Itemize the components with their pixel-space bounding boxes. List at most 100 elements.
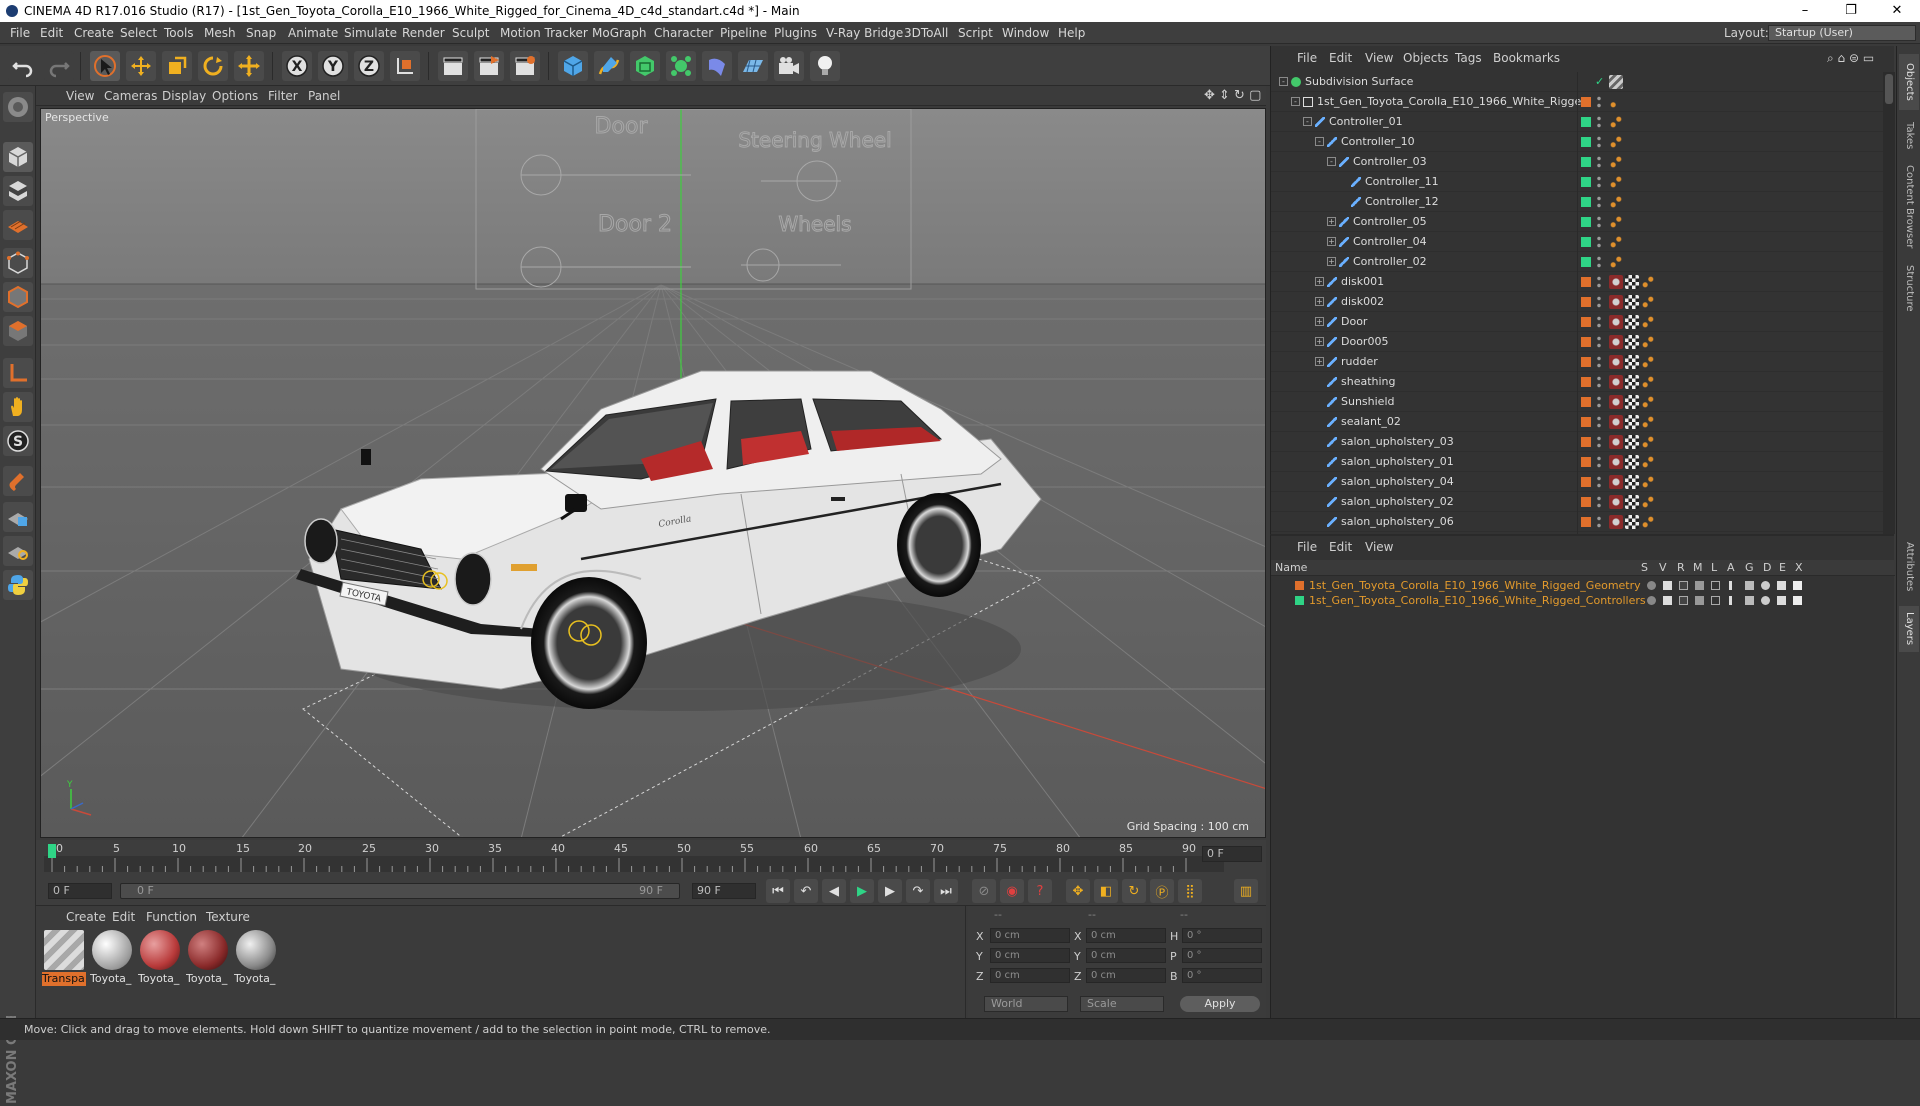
texture-tag-icon[interactable] [1609,455,1623,469]
add-deformer-button[interactable] [702,51,732,81]
enabled-check-icon[interactable]: ✓ [1595,72,1604,92]
menu-plugins[interactable]: Plugins [774,22,817,44]
object-name[interactable]: rudder [1341,352,1378,372]
rotation-h-field[interactable]: 0 ° [1182,928,1262,943]
expand-toggle[interactable]: + [1315,277,1324,286]
texture-tag-icon[interactable] [1609,335,1623,349]
tab-layers[interactable]: Layers [1899,606,1919,652]
phong-tag-icon[interactable] [1609,95,1623,109]
object-name[interactable]: salon_upholstery_01 [1341,452,1454,472]
texture-tag-icon[interactable] [1609,355,1623,369]
constraint-tag-icon[interactable] [1609,195,1623,209]
viewport-scene[interactable]: Door Steering Wheel Door 2 Wheels TOYOTA… [41,109,1266,838]
scale-tool-button[interactable] [162,51,192,81]
material-menu-create[interactable]: Create [66,908,106,926]
record-button[interactable]: ◉ [1000,879,1024,903]
constraint-tag-icon[interactable] [1609,135,1623,149]
make-editable-button[interactable] [3,92,33,122]
axis-mode-button[interactable] [3,358,33,388]
xref-toggle-icon[interactable] [1793,596,1802,605]
add-cube-button[interactable] [558,51,588,81]
coordinate-system-button[interactable] [390,51,420,81]
uvw-tag-icon[interactable] [1625,395,1639,409]
layer-color-indicator[interactable] [1581,437,1591,447]
material-swatch[interactable]: Toyota_ [138,928,182,986]
uvw-tag-icon[interactable] [1625,335,1639,349]
uvw-tag-icon[interactable] [1625,275,1639,289]
generators-toggle-icon[interactable] [1745,581,1754,590]
motion-path-button[interactable]: ⊘ [972,879,996,903]
menu-create[interactable]: Create [74,22,114,44]
object-name[interactable]: Controller_10 [1341,132,1415,152]
layer-col-xref[interactable]: X [1795,560,1803,576]
uvw-tag-icon[interactable] [1625,375,1639,389]
menu-pipeline[interactable]: Pipeline [720,22,767,44]
expand-toggle[interactable]: + [1315,337,1324,346]
weight-tag-icon[interactable] [1641,355,1655,369]
live-selection-button[interactable] [90,51,120,81]
scrollbar-thumb[interactable] [1885,74,1893,104]
menu-animate[interactable]: Animate [288,22,338,44]
tab-objects[interactable]: Objects [1899,54,1919,110]
visibility-dots[interactable] [1596,115,1602,129]
layer-color-indicator[interactable] [1581,137,1591,147]
constraint-tag-icon[interactable] [1609,215,1623,229]
layer-color-indicator[interactable] [1581,337,1591,347]
model-mode-button[interactable] [3,142,33,172]
viewport-menu-display[interactable]: Display [162,86,206,106]
material-swatch[interactable]: Toyota_ [90,928,134,986]
grid-workplane-button[interactable] [3,502,33,532]
texture-tag-icon[interactable] [1609,515,1623,529]
add-environment-button[interactable] [738,51,768,81]
menu-mesh[interactable]: Mesh [204,22,236,44]
object-name[interactable]: Door005 [1341,332,1388,352]
magnet-button[interactable] [3,466,33,496]
texture-tag-icon[interactable] [1609,315,1623,329]
layer-col-deformers[interactable]: D [1763,560,1771,576]
front-wheel[interactable] [531,577,647,709]
points-mode-button[interactable] [3,248,33,278]
texture-tag-icon[interactable] [1609,415,1623,429]
texture-tag-icon[interactable] [1609,435,1623,449]
x-axis-lock-button[interactable]: X [282,51,312,81]
layer-col-view[interactable]: V [1659,560,1667,576]
visibility-dots[interactable] [1596,375,1602,389]
frame-range-slider[interactable]: 0 F 90 F [120,883,680,899]
uvw-tag-icon[interactable] [1625,435,1639,449]
visibility-dots[interactable] [1596,515,1602,529]
uvw-tag-icon[interactable] [1625,415,1639,429]
visibility-dots[interactable] [1596,315,1602,329]
view-toggle-icon[interactable] [1663,581,1672,590]
add-nurbs-button[interactable] [630,51,660,81]
layer-color-indicator[interactable] [1581,197,1591,207]
z-axis-lock-button[interactable]: Z [354,51,384,81]
objects-menu-view[interactable]: View [1365,46,1393,70]
maximize-button[interactable]: ❐ [1828,0,1874,22]
uvw-tag-icon[interactable] [1625,355,1639,369]
visibility-dots[interactable] [1596,175,1602,189]
material-swatch[interactable]: Toyota_ [186,928,230,986]
key-position-button[interactable]: ✥ [1066,879,1090,903]
object-name[interactable]: Sunshield [1341,392,1395,412]
render-to-picture-viewer-button[interactable] [474,51,504,81]
menu-simulate[interactable]: Simulate [344,22,397,44]
previous-frame-button[interactable]: ◀ [822,879,846,903]
minimize-button[interactable]: – [1782,0,1828,22]
weight-tag-icon[interactable] [1641,515,1655,529]
menu-snap[interactable]: Snap [246,22,276,44]
key-parameter-button[interactable]: Ⓟ [1150,879,1174,903]
layer-color-indicator[interactable] [1581,357,1591,367]
viewport-menu-panel[interactable]: Panel [308,86,340,106]
weight-tag-icon[interactable] [1641,275,1655,289]
lock-toggle-icon[interactable] [1711,596,1720,605]
solo-toggle-icon[interactable] [1647,581,1656,590]
deformers-toggle-icon[interactable] [1761,596,1770,605]
layer-col-solo[interactable]: S [1641,560,1648,576]
visibility-dots[interactable] [1596,255,1602,269]
objects-search-icon[interactable]: ⌕ ⌂ ⊜ ▭ [1827,46,1874,70]
object-tree-scrollbar[interactable] [1883,72,1895,534]
menu-sculpt[interactable]: Sculpt [452,22,489,44]
redo-button[interactable] [44,51,74,81]
expand-toggle[interactable]: + [1327,237,1336,246]
add-mograph-button[interactable] [666,51,696,81]
